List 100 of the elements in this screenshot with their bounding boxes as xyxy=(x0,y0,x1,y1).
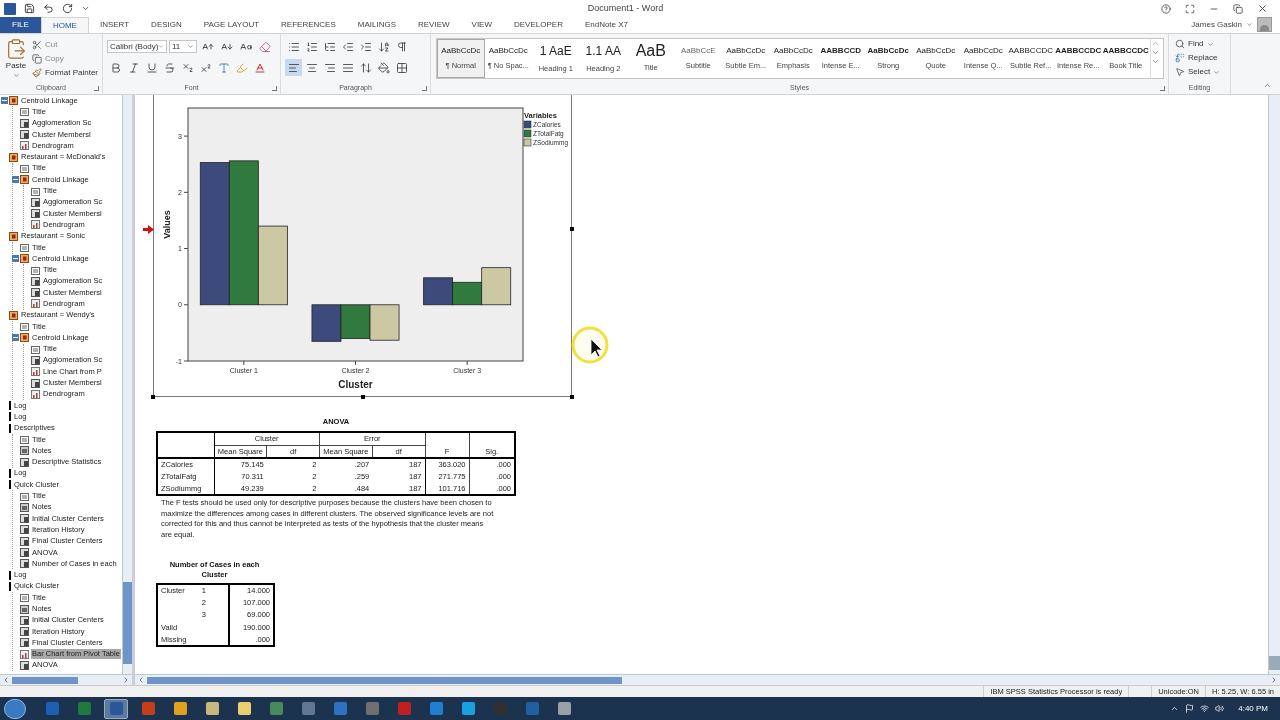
shrink-font-icon xyxy=(220,40,233,53)
ribbon-tab[interactable]: REFERENCES xyxy=(270,17,347,33)
customize-icon[interactable] xyxy=(81,4,90,13)
ribbon-tab[interactable]: MAILINGS xyxy=(346,17,407,33)
resize-handle[interactable] xyxy=(570,395,574,399)
ribbon-tab[interactable]: DEVELOPER xyxy=(503,17,574,33)
replace-button[interactable]: Replace xyxy=(1175,52,1226,64)
save-icon[interactable] xyxy=(24,3,35,14)
page-icon xyxy=(31,186,40,196)
shading-button[interactable] xyxy=(375,59,392,76)
strikethrough-icon xyxy=(163,61,176,74)
ribbon-tab[interactable]: VIEW xyxy=(460,17,503,33)
subscript-icon xyxy=(181,61,194,74)
book-icon xyxy=(20,333,29,343)
caret-icon xyxy=(158,43,164,50)
dialog-launcher-icon[interactable] xyxy=(422,86,427,91)
taskbar-app[interactable] xyxy=(104,698,128,719)
close-icon[interactable] xyxy=(1257,3,1268,14)
collapse-icon[interactable] xyxy=(12,176,19,184)
scissors-icon xyxy=(32,40,43,50)
resize-handle[interactable] xyxy=(151,395,155,399)
scroll-right-icon[interactable] xyxy=(122,676,130,684)
cursor-icon xyxy=(570,325,610,365)
resize-handle[interactable] xyxy=(570,227,574,231)
paste-icon xyxy=(5,38,28,60)
copy-button[interactable]: Copy xyxy=(32,53,98,65)
copy-icon xyxy=(32,54,43,64)
chart-icon xyxy=(31,389,40,399)
page-icon xyxy=(20,322,29,332)
ribbon-tab[interactable]: REVIEW xyxy=(407,17,461,33)
resize-handle[interactable] xyxy=(361,395,365,399)
dialog-launcher-icon[interactable] xyxy=(94,86,99,91)
window-title: Document1 - Word xyxy=(587,1,664,15)
ribbon-tab[interactable]: DESIGN xyxy=(140,17,193,33)
scrollbar-thumb[interactable] xyxy=(12,676,78,684)
table-icon xyxy=(20,548,29,557)
caret-icon xyxy=(1246,21,1253,28)
restore-icon[interactable] xyxy=(1233,3,1243,14)
scroll-down-icon[interactable] xyxy=(1150,48,1160,57)
table-icon xyxy=(20,615,29,625)
paste-button[interactable]: Paste xyxy=(4,38,29,79)
file-tab[interactable]: FILE xyxy=(0,17,41,33)
multilevel-list-icon xyxy=(323,40,336,53)
collapse-icon[interactable] xyxy=(12,334,19,342)
bar xyxy=(311,304,342,342)
redo-icon[interactable] xyxy=(62,3,73,14)
scroll-left-icon[interactable] xyxy=(137,676,145,684)
font-size-field[interactable]: 11 xyxy=(169,40,197,53)
scrollbar-thumb[interactable] xyxy=(147,676,622,684)
search-icon xyxy=(1175,39,1185,49)
page-icon xyxy=(20,593,29,603)
dialog-launcher-icon[interactable] xyxy=(1160,86,1165,91)
table-icon xyxy=(31,355,40,365)
start-button[interactable] xyxy=(4,698,26,719)
format-painter-button[interactable]: Format Painter xyxy=(32,67,98,79)
text-effects-icon xyxy=(217,61,230,74)
page-icon xyxy=(20,107,29,117)
collapse-icon[interactable] xyxy=(12,255,19,263)
underline-icon xyxy=(145,61,158,74)
ribbon-tab[interactable]: HOME xyxy=(40,17,89,33)
volume-icon[interactable] xyxy=(1215,704,1225,713)
increase-indent-icon xyxy=(359,40,372,53)
help-icon[interactable] xyxy=(1161,3,1171,14)
dialog-launcher-icon[interactable] xyxy=(272,86,277,91)
ribbon-tab[interactable]: PAGE LAYOUT xyxy=(192,17,271,33)
book-icon xyxy=(9,310,18,320)
notes-icon xyxy=(20,604,29,614)
chart-icon xyxy=(20,649,29,659)
table-icon xyxy=(20,661,29,670)
grow-font-icon xyxy=(201,40,214,53)
chart-icon xyxy=(31,220,40,230)
caret-icon xyxy=(1213,68,1221,76)
book-icon xyxy=(20,175,29,185)
scrollbar-thumb[interactable] xyxy=(123,582,132,664)
table-icon xyxy=(31,288,40,298)
find-button[interactable]: Find xyxy=(1175,38,1226,50)
clear-formatting-icon xyxy=(258,40,271,53)
ribbon-tab[interactable]: EndNote X7 xyxy=(573,17,640,33)
table-icon xyxy=(20,638,29,648)
collapse-ribbon-icon[interactable] xyxy=(1263,81,1272,90)
scroll-right-icon[interactable] xyxy=(1270,676,1278,684)
ribbon-tab[interactable]: INSERT xyxy=(88,17,141,33)
collapse-icon[interactable] xyxy=(1,97,8,105)
network-icon[interactable] xyxy=(1200,704,1210,713)
line-spacing-icon xyxy=(359,61,372,74)
undo-icon[interactable] xyxy=(43,3,54,14)
ribbon-display-icon[interactable] xyxy=(1185,3,1195,14)
tray-expand-icon[interactable] xyxy=(1170,704,1180,713)
scroll-left-icon[interactable] xyxy=(2,676,10,684)
flag-icon[interactable] xyxy=(1185,704,1195,713)
change-case-icon xyxy=(239,40,252,53)
scrollbar-thumb[interactable] xyxy=(1269,656,1280,670)
cut-button[interactable]: Cut xyxy=(32,39,98,51)
avatar-icon xyxy=(1257,17,1272,32)
shading-icon xyxy=(377,61,390,74)
select-button[interactable]: Select xyxy=(1175,66,1226,78)
highlight-icon xyxy=(235,61,248,74)
font-name-field[interactable]: Calibri (Body) xyxy=(107,40,167,53)
more-styles-icon[interactable] xyxy=(1150,57,1160,66)
clock[interactable]: 4:40 PM xyxy=(1238,702,1268,715)
